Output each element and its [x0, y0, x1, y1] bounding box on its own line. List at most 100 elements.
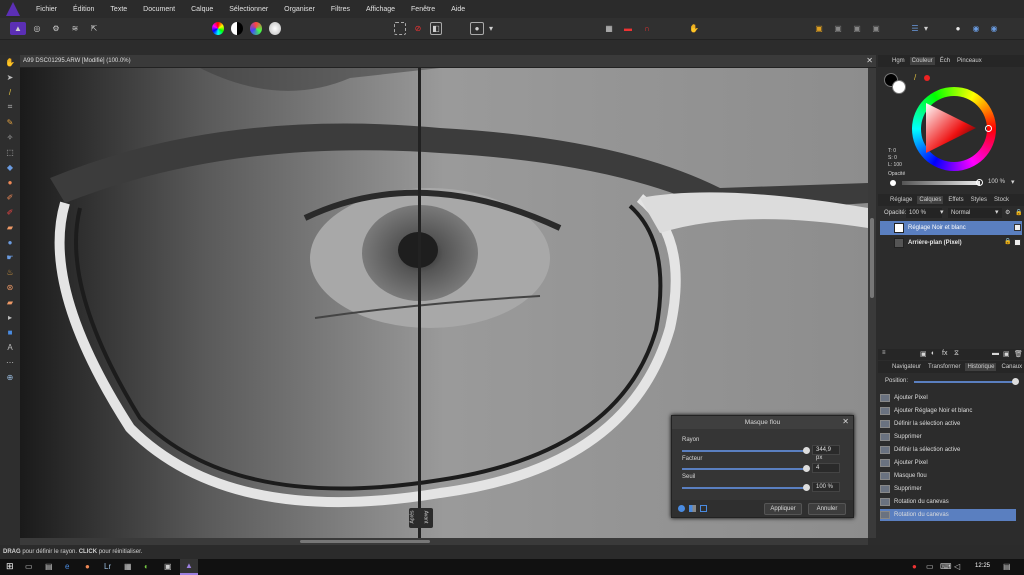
chat-icon[interactable]: ●: [952, 22, 964, 35]
edge-browser-icon[interactable]: e: [65, 562, 69, 571]
photo-app-icon[interactable]: Lr: [104, 562, 111, 571]
chevron-down-icon[interactable]: ▾: [995, 208, 999, 216]
opacity-value[interactable]: 100 %: [988, 179, 1005, 185]
tab-layers[interactable]: Calques: [917, 196, 944, 204]
history-item[interactable]: Supprimer: [880, 483, 1016, 495]
threshold-value-field[interactable]: 100 %: [812, 482, 840, 492]
adjustment-icon[interactable]: ◐: [931, 350, 935, 357]
apply-button[interactable]: Appliquer: [764, 503, 802, 515]
zoom-tool-icon[interactable]: ⊕: [4, 372, 16, 382]
hand-tool-icon[interactable]: ✋: [4, 57, 16, 67]
menu-fenetre[interactable]: Fenêtre: [403, 6, 443, 13]
radius-slider[interactable]: 344,9 px: [682, 445, 852, 461]
assistant-icon[interactable]: ✋: [688, 22, 700, 35]
tab-histogram[interactable]: Hgm: [890, 57, 907, 65]
rectangle-tool-icon[interactable]: ■: [4, 327, 16, 337]
arrange-front-icon[interactable]: ▣: [813, 22, 825, 35]
tab-transform[interactable]: Transformer: [926, 363, 962, 371]
menu-document[interactable]: Document: [135, 6, 183, 13]
vertical-scroll-thumb[interactable]: [870, 218, 874, 298]
help-icon[interactable]: ◉: [988, 22, 1000, 35]
opacity-slider-knob[interactable]: [976, 179, 983, 186]
horizontal-scrollbar[interactable]: [20, 538, 868, 545]
tab-color[interactable]: Couleur: [909, 57, 935, 65]
cancel-button[interactable]: Annuler: [808, 503, 846, 515]
task-view-icon[interactable]: ▭: [25, 562, 33, 571]
radius-value-field[interactable]: 344,9 px: [812, 445, 840, 461]
paint-brush-icon[interactable]: ✐: [4, 192, 16, 202]
invert-selection-icon[interactable]: ◧: [430, 22, 442, 35]
menu-fichier[interactable]: Fichier: [28, 6, 65, 13]
chevron-down-icon[interactable]: ▾: [940, 208, 944, 216]
lock-icon[interactable]: 🔒: [1004, 238, 1011, 245]
fx-icon[interactable]: fx: [942, 350, 947, 357]
comment-icon[interactable]: ◉: [970, 22, 982, 35]
develop-persona-icon[interactable]: ⚙: [49, 22, 63, 35]
history-item[interactable]: Masque flou: [880, 470, 1016, 482]
menu-aide[interactable]: Aide: [443, 6, 473, 13]
tab-styles[interactable]: Styles: [969, 196, 989, 204]
explorer-folder-icon[interactable]: ▦: [124, 562, 132, 571]
live-filter-icon[interactable]: ⧖: [954, 350, 959, 358]
snapping-grid-icon[interactable]: ▦: [603, 22, 615, 35]
menu-texte[interactable]: Texte: [102, 6, 135, 13]
layer-visibility-checkbox[interactable]: [1014, 224, 1021, 231]
document-tab[interactable]: A99 DSC01295.ARW [Modifié] (100.0%) ✕: [20, 55, 876, 68]
color-replacement-icon[interactable]: ✐: [4, 207, 16, 217]
mask-icon[interactable]: ▣: [920, 350, 927, 358]
chevron-down-icon[interactable]: ▾: [487, 22, 495, 35]
selection-brush-icon[interactable]: ✎: [4, 117, 16, 127]
radius-slider-knob[interactable]: [803, 447, 810, 454]
layer-visibility-checkbox[interactable]: [1014, 239, 1021, 246]
app-icon[interactable]: ▣: [164, 562, 172, 571]
tab-navigator[interactable]: Navigateur: [890, 363, 923, 371]
group-icon[interactable]: ▬: [992, 350, 999, 357]
vertical-scrollbar[interactable]: [868, 68, 876, 538]
snapping-toggle-icon[interactable]: ▬: [622, 22, 634, 35]
history-slider-knob[interactable]: [1012, 378, 1019, 385]
threshold-slider[interactable]: 100 %: [682, 482, 852, 493]
deselect-icon[interactable]: ⊘: [412, 22, 424, 35]
menu-organiser[interactable]: Organiser: [276, 6, 323, 13]
app-icon[interactable]: ◐: [144, 562, 149, 571]
taskbar-clock[interactable]: 12:25: [975, 563, 990, 569]
arrange-back-icon[interactable]: ▣: [870, 22, 882, 35]
tab-effects[interactable]: Effets: [946, 196, 965, 204]
pen-tool-icon[interactable]: ▸: [4, 312, 16, 322]
dodge-icon[interactable]: ●: [4, 237, 16, 247]
tray-app-icon[interactable]: ●: [912, 562, 917, 571]
chevron-down-icon[interactable]: ▾: [1011, 178, 1015, 186]
volume-icon[interactable]: ◁: [954, 562, 960, 571]
tab-swatches[interactable]: Éch: [938, 57, 952, 65]
delete-layer-icon[interactable]: 🗑: [1014, 350, 1023, 358]
smudge-icon[interactable]: ☛: [4, 252, 16, 262]
flood-fill-icon[interactable]: ◆: [4, 162, 16, 172]
stroke-color-well[interactable]: [892, 80, 906, 94]
tab-adjustments[interactable]: Réglage: [888, 196, 914, 204]
menu-filtres[interactable]: Filtres: [323, 6, 358, 13]
blend-mode-select[interactable]: Normal: [948, 208, 1002, 218]
export-persona-icon[interactable]: ⇱: [87, 22, 101, 35]
history-item[interactable]: Ajouter Pixel: [880, 392, 1016, 404]
erase-brush-icon[interactable]: ▰: [4, 222, 16, 232]
blur-brush-icon[interactable]: ♨: [4, 267, 16, 277]
history-position-slider[interactable]: [914, 381, 1014, 383]
factor-slider[interactable]: 4: [682, 463, 852, 474]
photo-persona-icon[interactable]: ▲: [10, 22, 26, 35]
clone-brush-icon[interactable]: ⊛: [4, 282, 16, 292]
windows-start-icon[interactable]: ⊞: [6, 561, 14, 572]
tab-stock[interactable]: Stock: [992, 196, 1011, 204]
auto-contrast-icon[interactable]: [231, 22, 243, 35]
horizontal-scroll-thumb[interactable]: [300, 540, 430, 543]
history-item-selected[interactable]: Rotation du canevas: [880, 509, 1016, 521]
tone-mapping-persona-icon[interactable]: ≋: [68, 22, 82, 35]
tab-brushes[interactable]: Pinceaux: [955, 57, 984, 65]
history-item[interactable]: Ajouter Réglage Noir et blanc: [880, 405, 1016, 417]
menu-calque[interactable]: Calque: [183, 6, 221, 13]
text-tool-icon[interactable]: A: [4, 342, 16, 352]
firefox-icon[interactable]: ●: [85, 562, 90, 571]
align-icon[interactable]: ☰: [908, 22, 922, 35]
gear-icon[interactable]: ⚙: [1005, 209, 1010, 216]
history-item[interactable]: Supprimer: [880, 431, 1016, 443]
history-item[interactable]: Définir la sélection active: [880, 444, 1016, 456]
